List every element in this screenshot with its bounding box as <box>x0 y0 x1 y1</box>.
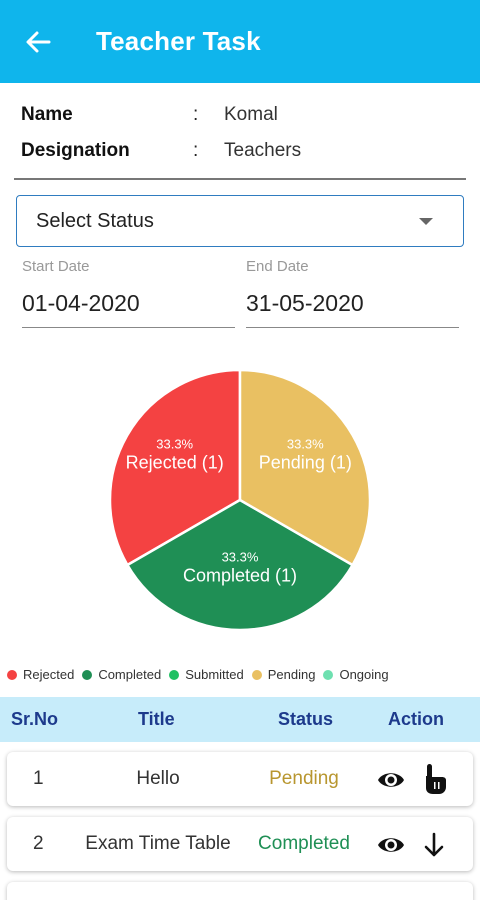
row-srno: 1 <box>33 768 44 789</box>
name-colon: : <box>193 104 199 125</box>
start-date-field[interactable]: Start Date 01-04-2020 <box>22 258 235 328</box>
legend-item-ongoing: Ongoing <box>323 667 389 682</box>
row-title: Hello <box>136 768 180 789</box>
table-row[interactable]: 1 Hello Pending <box>7 752 473 806</box>
pie-percent-label: 33.3% <box>287 436 324 451</box>
designation-value: Teachers <box>224 140 302 161</box>
status-pie-chart: 33.3% Rejected (1) 33.3% Completed (1) 33.3%… <box>0 340 480 640</box>
eye-icon[interactable] <box>376 765 406 795</box>
legend-item-rejected: Rejected <box>7 667 74 682</box>
table-row[interactable]: 2 Exam Time Table Completed <box>7 817 473 871</box>
caret-down-icon <box>419 218 433 225</box>
legend-dot <box>169 669 180 680</box>
row-status: Pending <box>269 768 339 789</box>
name-value: Komal <box>224 104 278 125</box>
header-srno: Sr.No <box>11 709 59 729</box>
row-title: Exam Time Table <box>85 833 231 854</box>
arrow-down-icon[interactable] <box>419 830 449 860</box>
name-label: Name <box>21 104 73 125</box>
page-title: Teacher Task <box>96 26 261 56</box>
legend-label: Rejected <box>23 667 75 682</box>
start-date-value: 01-04-2020 <box>22 290 140 316</box>
legend-item-pending: Pending <box>251 667 316 682</box>
legend-label: Completed <box>98 667 162 682</box>
row-status: Completed <box>258 833 350 854</box>
designation-colon: : <box>193 140 199 161</box>
end-date-label: End Date <box>246 258 309 275</box>
pie-percent-label: 33.3% <box>222 549 259 564</box>
legend-dot <box>323 669 334 680</box>
table-header: Sr.No Title Status Action <box>0 697 480 742</box>
chart-legend: Rejected Completed Submitted Pending Ongoing <box>7 667 397 682</box>
pie-percent-label: 33.3% <box>156 436 193 451</box>
table-row[interactable] <box>7 882 473 900</box>
divider <box>14 178 466 180</box>
legend-label: Submitted <box>185 667 244 682</box>
eye-icon[interactable] <box>397 894 427 900</box>
pie-chart-svg: 33.3%Rejected (1)33.3%Completed (1)33.3%… <box>108 368 372 632</box>
status-select[interactable]: Select Status <box>16 195 464 247</box>
row-srno: 2 <box>33 833 44 854</box>
legend-item-completed: Completed <box>82 667 161 682</box>
legend-item-submitted: Submitted <box>169 667 244 682</box>
legend-label: Ongoing <box>339 667 389 682</box>
legend-dot <box>82 669 93 680</box>
start-date-underline <box>22 326 235 328</box>
tap-hand-icon[interactable] <box>419 762 449 794</box>
pie-slice-label: Rejected (1) <box>126 452 224 472</box>
status-select-text: Select Status <box>36 210 154 232</box>
legend-label: Pending <box>267 667 316 682</box>
arrow-left-icon[interactable] <box>22 26 54 58</box>
pie-slice-label: Completed (1) <box>183 565 297 585</box>
end-date-field[interactable]: End Date 31-05-2020 <box>246 258 459 328</box>
legend-dot <box>7 669 17 680</box>
pie-slice-label: Pending (1) <box>259 452 352 472</box>
eye-icon[interactable] <box>376 830 406 860</box>
header-status: Status <box>278 709 334 729</box>
end-date-value: 31-05-2020 <box>246 290 364 316</box>
legend-dot <box>251 669 262 680</box>
header-title: Title <box>138 709 175 729</box>
header-action: Action <box>388 709 444 729</box>
designation-label: Designation <box>21 140 130 161</box>
end-date-underline <box>246 326 459 328</box>
app-bar: Teacher Task <box>0 0 480 83</box>
start-date-label: Start Date <box>22 258 90 275</box>
